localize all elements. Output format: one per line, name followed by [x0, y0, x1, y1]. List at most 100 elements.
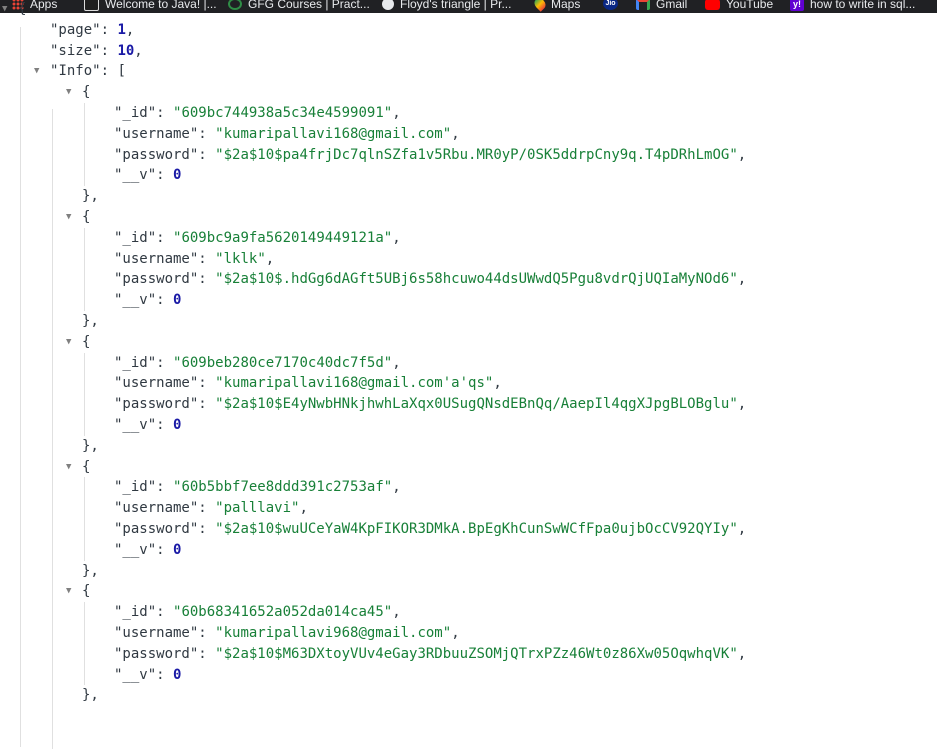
- json-punct: ": [215, 375, 224, 392]
- json-punct: "size":: [50, 42, 118, 59]
- json-line: "username": "palllavi",: [114, 498, 308, 519]
- bookmark-6[interactable]: Jio: [603, 0, 624, 10]
- json-punct: ,: [451, 125, 460, 142]
- json-punct: ,: [392, 479, 401, 496]
- json-punct: "_id":: [114, 229, 174, 246]
- json-line: },: [82, 311, 99, 332]
- collapse-toggle-icon[interactable]: ▼: [66, 457, 71, 478]
- json-punct: ": [383, 229, 393, 246]
- json-punct: ,: [392, 105, 401, 121]
- bookmark-label: YouTube: [726, 0, 774, 11]
- version-value: 0: [173, 417, 182, 433]
- indent-guide: [84, 103, 85, 187]
- username-value: kumaripallavi168@gmail.com: [223, 125, 443, 142]
- json-punct: ": [215, 125, 224, 142]
- floyd-site-icon: [382, 0, 394, 10]
- bookmark-4[interactable]: Floyd's triangle | Pr...: [382, 0, 511, 11]
- collapse-toggle-icon[interactable]: ▼: [66, 332, 71, 353]
- id-value: 60b68341652a052da014ca45: [181, 604, 384, 621]
- indent-guide: [84, 477, 85, 561]
- jio-icon: Jio: [603, 0, 618, 10]
- json-line: "_id": "609beb280ce7170c40dc7f5d",: [114, 353, 401, 374]
- bookmark-9[interactable]: y! how to write in sql...: [790, 0, 915, 11]
- json-line: "_id": "60b68341652a052da014ca45",: [114, 602, 401, 623]
- indent-guide: [52, 109, 53, 749]
- json-punct: "__v":: [114, 167, 174, 184]
- json-punct: "page":: [50, 21, 118, 38]
- bookmark-5[interactable]: Maps: [532, 0, 580, 12]
- bookmark-8[interactable]: YouTube: [705, 0, 773, 11]
- json-punct: "password":: [114, 645, 216, 662]
- username-value: kumaripallavi968@gmail.com: [223, 625, 443, 641]
- bookmark-label: Welcome to Java! |...: [105, 0, 217, 11]
- json-punct: [: [117, 63, 126, 80]
- json-punct: "__v":: [114, 541, 174, 558]
- json-punct: ": [383, 479, 393, 496]
- json-line: },: [82, 436, 99, 457]
- bookmark-2[interactable]: Welcome to Java! |...: [84, 0, 217, 11]
- collapse-toggle-icon[interactable]: ▼: [66, 82, 71, 103]
- json-punct: "__v":: [114, 417, 174, 433]
- json-line: "username": "kumaripallavi968@gmail.com"…: [114, 623, 460, 644]
- json-line: "size": 10,: [50, 41, 143, 62]
- json-punct: "password":: [114, 396, 216, 413]
- collapse-toggle-icon[interactable]: ▼: [66, 581, 71, 602]
- json-punct: ,: [265, 250, 275, 267]
- json-line: },: [82, 685, 99, 706]
- json-line: {: [82, 581, 90, 602]
- json-punct: ": [215, 521, 224, 537]
- collapse-toggle-icon[interactable]: ▼: [34, 61, 39, 82]
- bookmark-7[interactable]: Gmail: [636, 0, 687, 11]
- username-value: lklk: [223, 250, 258, 267]
- bookmark-3[interactable]: GFG Courses | Pract...: [228, 0, 370, 11]
- json-punct: ": [215, 250, 224, 267]
- collapse-toggle-icon[interactable]: ▼: [2, 0, 7, 20]
- json-line: "__v": 0: [114, 415, 181, 436]
- json-punct: ,: [737, 396, 747, 413]
- youtube-icon: [705, 0, 720, 10]
- bookmark-label: Apps: [30, 0, 58, 11]
- json-punct: {: [82, 458, 91, 475]
- json-line: {: [82, 207, 90, 228]
- json-punct: ,: [737, 271, 747, 288]
- json-line: "username": "lklk",: [114, 249, 274, 270]
- id-value: 609beb280ce7170c40dc7f5d: [181, 354, 384, 371]
- json-line: "username": "kumaripallavi168@gmail.com'…: [114, 373, 502, 394]
- json-line: "password": "$2a$10$M63DXtoyVUv4eGay3RDb…: [114, 644, 746, 665]
- json-punct: "username":: [114, 250, 216, 267]
- json-punct: ": [215, 625, 224, 641]
- indent-guide: [84, 602, 85, 686]
- json-punct: ": [215, 396, 224, 413]
- password-value: $2a$10$E4yNwbHNkjhwhLaXqx0USugQNsdEBnQq/…: [223, 396, 730, 413]
- version-value: 0: [173, 666, 182, 683]
- json-punct: ": [729, 146, 738, 163]
- json-punct: ": [442, 625, 452, 641]
- json-punct: "__v":: [114, 666, 174, 683]
- json-line: "__v": 0: [114, 665, 181, 686]
- json-viewer: ▼{"page": 1, "size": 10, ▼ "Info": [▼{"_id"…: [0, 1, 937, 749]
- username-value: kumaripallavi168@gmail.com'a'qs: [223, 375, 485, 392]
- size-value: 10: [117, 42, 135, 59]
- bookmark-label: Floyd's triangle | Pr...: [400, 0, 512, 11]
- json-punct: "_id":: [114, 105, 174, 121]
- json-line: "__v": 0: [114, 540, 181, 561]
- json-punct: "username":: [114, 375, 216, 392]
- json-line: "password": "$2a$10$.hdGg6dAGft5UBj6s58h…: [114, 269, 746, 290]
- password-value: $2a$10$M63DXtoyVUv4eGay3RDbuuZSOMjQTrxPZ…: [223, 645, 730, 662]
- username-value: palllavi: [223, 500, 292, 517]
- id-value: 609bc9a9fa5620149449121a: [181, 229, 384, 246]
- json-punct: ,: [392, 354, 401, 371]
- json-punct: "username":: [114, 125, 216, 142]
- json-punct: ": [383, 604, 393, 621]
- json-punct: "_id":: [114, 354, 174, 371]
- collapse-toggle-icon[interactable]: ▼: [66, 207, 71, 228]
- json-punct: "_id":: [114, 604, 174, 621]
- json-punct: {: [18, 1, 27, 17]
- bookmark-label: GFG Courses | Pract...: [248, 0, 370, 11]
- password-value: $2a$10$pa4frjDc7qlnSZfa1v5Rbu.MR0yP/0SK5…: [223, 146, 730, 163]
- json-line: {: [82, 82, 90, 103]
- json-punct: ,: [134, 42, 143, 59]
- json-line: {: [18, 0, 26, 20]
- id-value: 609bc744938a5c34e4599091: [181, 105, 384, 121]
- json-punct: ": [215, 645, 224, 662]
